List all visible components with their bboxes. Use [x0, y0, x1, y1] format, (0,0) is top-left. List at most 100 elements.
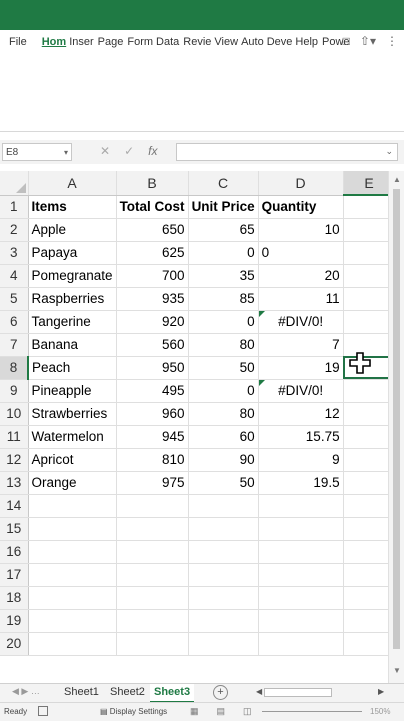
cell-a3[interactable]: Papaya: [28, 241, 117, 265]
cell-b6[interactable]: 920: [116, 310, 189, 334]
scroll-left-icon[interactable]: ◀: [256, 687, 262, 696]
cell-a4[interactable]: Pomegranate: [28, 264, 117, 288]
scroll-thumb[interactable]: [393, 189, 400, 649]
cell-d20[interactable]: [258, 632, 344, 656]
tab-help[interactable]: Help: [295, 36, 318, 48]
sheet-tab-3[interactable]: Sheet3: [150, 684, 195, 703]
tab-view[interactable]: View: [214, 36, 238, 48]
cell-d7[interactable]: 7: [258, 333, 344, 357]
cell-c11[interactable]: 60: [188, 425, 259, 449]
cell-a12[interactable]: Apricot: [28, 448, 117, 472]
cell-d19[interactable]: [258, 609, 344, 633]
cell-d9[interactable]: #DIV/0!: [258, 379, 344, 403]
cell-b15[interactable]: [116, 517, 189, 541]
accessibility-icon[interactable]: [38, 706, 48, 716]
cell-c7[interactable]: 80: [188, 333, 259, 357]
row-header[interactable]: 16: [0, 540, 29, 564]
cell-a13[interactable]: Orange: [28, 471, 117, 495]
cell-d3[interactable]: 0: [258, 241, 344, 265]
row-header[interactable]: 5: [0, 287, 29, 311]
row-header[interactable]: 14: [0, 494, 29, 518]
cell-d1[interactable]: Quantity: [258, 195, 344, 219]
tab-data[interactable]: Data: [156, 36, 179, 48]
cell-a17[interactable]: [28, 563, 117, 587]
cell-d16[interactable]: [258, 540, 344, 564]
check-icon[interactable]: ✓: [124, 144, 134, 158]
cell-a18[interactable]: [28, 586, 117, 610]
cell-c8[interactable]: 50: [188, 356, 259, 380]
share-icon[interactable]: ⇧▾: [360, 34, 376, 48]
cell-d13[interactable]: 19.5: [258, 471, 344, 495]
cell-b19[interactable]: [116, 609, 189, 633]
cell-d4[interactable]: 20: [258, 264, 344, 288]
cell-b10[interactable]: 960: [116, 402, 189, 426]
row-header[interactable]: 7: [0, 333, 29, 357]
tab-automate[interactable]: Auto: [241, 36, 264, 48]
select-all-corner[interactable]: [0, 171, 29, 196]
cell-a20[interactable]: [28, 632, 117, 656]
tab-insert[interactable]: Inser: [69, 36, 93, 48]
cell-a16[interactable]: [28, 540, 117, 564]
scroll-down-icon[interactable]: ▼: [393, 666, 401, 675]
add-sheet-icon[interactable]: +: [213, 685, 228, 700]
cell-a9[interactable]: Pineapple: [28, 379, 117, 403]
cell-d12[interactable]: 9: [258, 448, 344, 472]
zoom-level[interactable]: 150%: [370, 707, 390, 716]
cell-a8[interactable]: Peach: [28, 356, 117, 380]
display-settings-button[interactable]: ▤ Display Settings: [100, 707, 167, 716]
tab-page-layout[interactable]: Page: [98, 36, 124, 48]
row-header[interactable]: 20: [0, 632, 29, 656]
cell-d10[interactable]: 12: [258, 402, 344, 426]
cell-d18[interactable]: [258, 586, 344, 610]
sheet-tab-1[interactable]: Sheet1: [60, 684, 103, 701]
cell-b17[interactable]: [116, 563, 189, 587]
cell-c2[interactable]: 65: [188, 218, 259, 242]
row-header[interactable]: 2: [0, 218, 29, 242]
sheet-nav-icon[interactable]: ◀ ▶ …: [12, 686, 40, 697]
cell-b12[interactable]: 810: [116, 448, 189, 472]
cell-c12[interactable]: 90: [188, 448, 259, 472]
horizontal-scrollbar[interactable]: [264, 688, 332, 697]
cell-d15[interactable]: [258, 517, 344, 541]
column-header-c[interactable]: C: [188, 171, 259, 196]
cell-d6[interactable]: #DIV/0!: [258, 310, 344, 334]
normal-view-icon[interactable]: ▦: [190, 706, 199, 717]
cell-b2[interactable]: 650: [116, 218, 189, 242]
cell-a14[interactable]: [28, 494, 117, 518]
expand-formula-icon[interactable]: ⌄: [385, 146, 393, 157]
vertical-scrollbar[interactable]: ▲ ▼: [388, 171, 404, 683]
cell-b3[interactable]: 625: [116, 241, 189, 265]
cell-b20[interactable]: [116, 632, 189, 656]
row-header[interactable]: 17: [0, 563, 29, 587]
row-header[interactable]: 15: [0, 517, 29, 541]
cell-c14[interactable]: [188, 494, 259, 518]
column-header-b[interactable]: B: [116, 171, 189, 196]
cell-d11[interactable]: 15.75: [258, 425, 344, 449]
row-header[interactable]: 18: [0, 586, 29, 610]
cell-a6[interactable]: Tangerine: [28, 310, 117, 334]
cell-c15[interactable]: [188, 517, 259, 541]
more-icon[interactable]: ⋮: [386, 34, 398, 48]
cell-b4[interactable]: 700: [116, 264, 189, 288]
cell-d17[interactable]: [258, 563, 344, 587]
cell-c19[interactable]: [188, 609, 259, 633]
row-header[interactable]: 8: [0, 356, 29, 380]
name-box[interactable]: E8 ▾: [2, 143, 72, 161]
row-header[interactable]: 9: [0, 379, 29, 403]
cell-c1[interactable]: Unit Price: [188, 195, 259, 219]
cell-a7[interactable]: Banana: [28, 333, 117, 357]
cancel-icon[interactable]: ✕: [100, 144, 110, 158]
row-header[interactable]: 4: [0, 264, 29, 288]
function-icon[interactable]: fx: [148, 144, 157, 158]
cell-a5[interactable]: Raspberries: [28, 287, 117, 311]
page-layout-view-icon[interactable]: ▤: [217, 706, 226, 717]
column-header-a[interactable]: A: [28, 171, 117, 196]
row-header[interactable]: 11: [0, 425, 29, 449]
row-header[interactable]: 6: [0, 310, 29, 334]
row-header[interactable]: 3: [0, 241, 29, 265]
cell-b7[interactable]: 560: [116, 333, 189, 357]
cell-c18[interactable]: [188, 586, 259, 610]
cell-d2[interactable]: 10: [258, 218, 344, 242]
cell-b18[interactable]: [116, 586, 189, 610]
cell-a1[interactable]: Items: [28, 195, 117, 219]
